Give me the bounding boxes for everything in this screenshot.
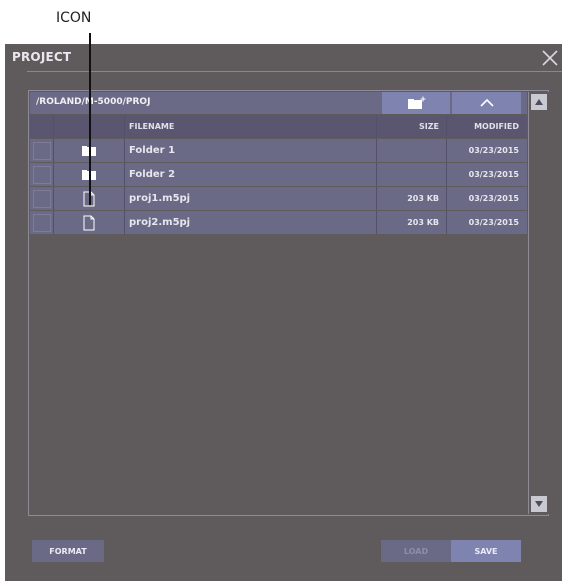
new-folder-icon xyxy=(408,96,426,109)
scroll-down-button[interactable] xyxy=(531,496,547,512)
load-button[interactable]: LOAD xyxy=(381,540,451,562)
row-check-cell xyxy=(30,211,54,234)
table-row[interactable]: proj2.m5pj 203 KB 03/23/2015 xyxy=(30,210,527,234)
row-check-cell xyxy=(30,163,54,186)
table-row[interactable]: Folder 2 03/23/2015 xyxy=(30,162,527,186)
dialog-title: PROJECT xyxy=(12,50,72,64)
row-filename: Folder 2 xyxy=(125,163,377,186)
row-checkbox[interactable] xyxy=(33,189,51,208)
callout-label: ICON xyxy=(56,10,92,26)
row-size: 203 KB xyxy=(377,187,447,210)
row-filename: proj2.m5pj xyxy=(125,211,377,234)
close-button[interactable] xyxy=(540,48,560,68)
triangle-up-icon xyxy=(535,99,543,105)
row-size xyxy=(377,139,447,162)
scrollbar[interactable] xyxy=(528,92,549,514)
column-header-size[interactable]: SIZE xyxy=(377,115,447,138)
row-filename: proj1.m5pj xyxy=(125,187,377,210)
close-icon xyxy=(542,50,558,66)
current-path: /ROLAND/M-5000/PROJ xyxy=(36,97,151,107)
row-icon-cell xyxy=(54,211,125,234)
callout-line xyxy=(89,33,91,205)
row-checkbox[interactable] xyxy=(33,165,51,184)
row-size xyxy=(377,163,447,186)
row-modified: 03/23/2015 xyxy=(468,218,519,227)
row-checkbox[interactable] xyxy=(33,213,51,232)
row-modified: 03/23/2015 xyxy=(468,194,519,203)
row-check-cell xyxy=(30,139,54,162)
row-modified: 03/23/2015 xyxy=(468,146,519,155)
format-button[interactable]: FORMAT xyxy=(32,540,104,562)
header-check-cell xyxy=(30,115,54,138)
row-checkbox[interactable] xyxy=(33,141,51,160)
row-modified: 03/23/2015 xyxy=(468,170,519,179)
file-browser: /ROLAND/M-5000/PROJ FILENAME SIZE MODIFI… xyxy=(28,90,549,516)
scroll-up-button[interactable] xyxy=(531,94,547,110)
new-folder-button[interactable] xyxy=(382,92,450,114)
chevron-up-icon xyxy=(479,98,494,107)
row-size: 203 KB xyxy=(377,211,447,234)
table-header: FILENAME SIZE MODIFIED xyxy=(30,115,527,138)
column-header-filename[interactable]: FILENAME xyxy=(125,115,377,138)
table-row[interactable]: Folder 1 03/23/2015 xyxy=(30,138,527,162)
file-icon xyxy=(83,215,95,230)
row-filename: Folder 1 xyxy=(125,139,377,162)
parent-folder-button[interactable] xyxy=(452,92,521,114)
table-row[interactable]: proj1.m5pj 203 KB 03/23/2015 xyxy=(30,186,527,210)
column-header-modified[interactable]: MODIFIED xyxy=(447,115,527,138)
triangle-down-icon xyxy=(535,501,543,507)
save-button[interactable]: SAVE xyxy=(451,540,521,562)
row-check-cell xyxy=(30,187,54,210)
file-table: FILENAME SIZE MODIFIED Folder 1 03/23/20… xyxy=(30,115,527,234)
title-divider xyxy=(27,71,562,72)
